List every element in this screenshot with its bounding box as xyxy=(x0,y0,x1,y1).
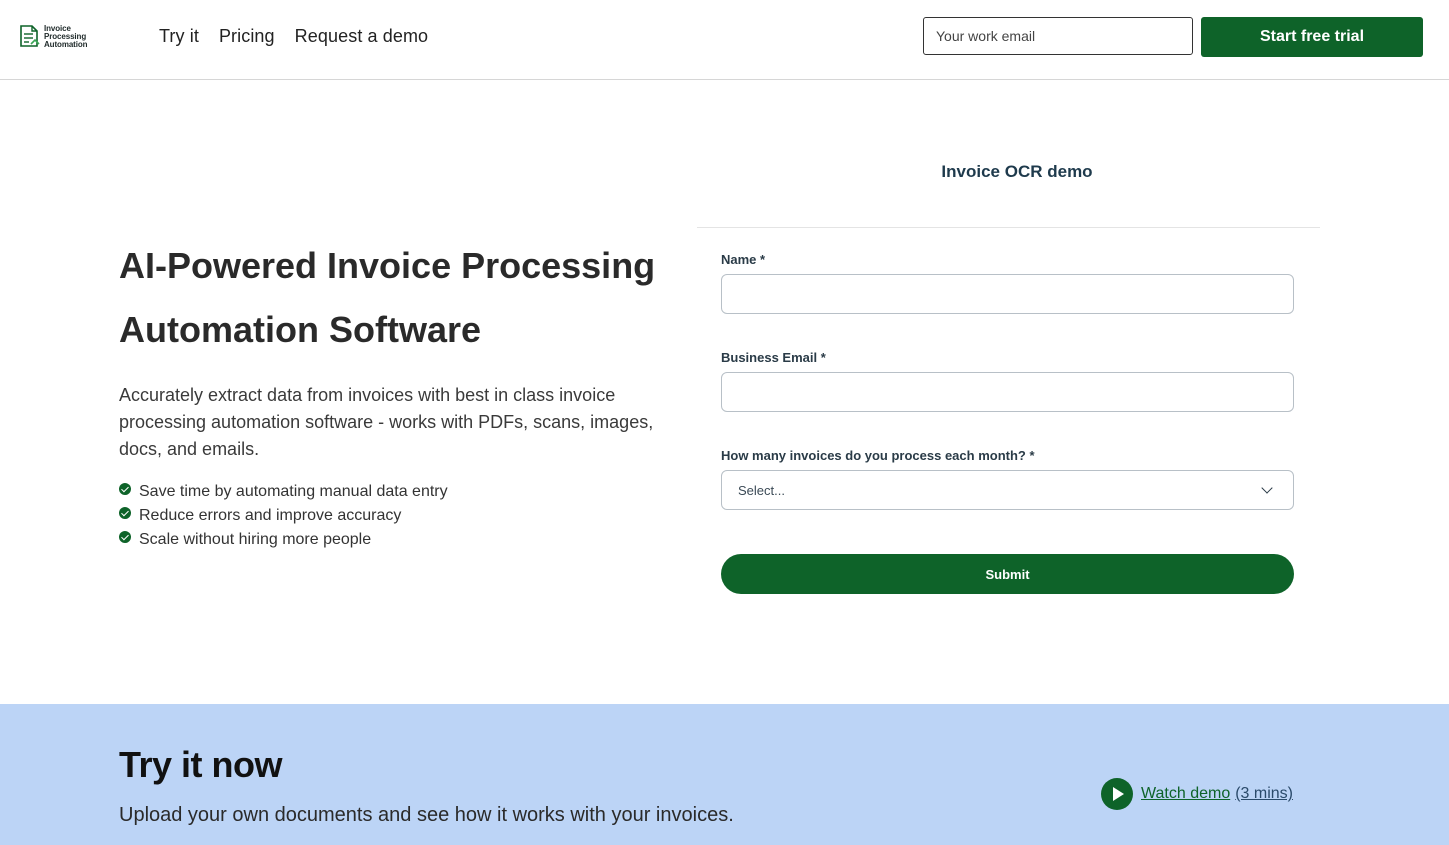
watch-demo-duration: (3 mins) xyxy=(1235,785,1293,802)
invoice-volume-label: How many invoices do you process each mo… xyxy=(721,448,1035,463)
try-subtitle: Upload your own documents and see how it… xyxy=(119,804,734,826)
chevron-down-icon xyxy=(1261,482,1273,494)
benefit-text: Scale without hiring more people xyxy=(139,531,372,548)
benefit-item: Scale without hiring more people xyxy=(119,528,448,552)
logo-text: Invoice Processing Automation xyxy=(44,25,88,49)
main-nav: Try it Pricing Request a demo xyxy=(159,26,428,47)
form-title: Invoice OCR demo xyxy=(941,162,1093,181)
benefits-list: Save time by automating manual data entr… xyxy=(119,480,448,552)
try-it-now-section: Try it now Upload your own documents and… xyxy=(0,704,1449,845)
logo-document-icon xyxy=(19,24,41,50)
nav-request-demo[interactable]: Request a demo xyxy=(295,26,428,47)
check-icon xyxy=(119,531,131,543)
hero-title: AI-Powered Invoice Processing Automation… xyxy=(119,245,656,350)
logo-line: Automation xyxy=(44,40,88,49)
hero-description: Accurately extract data from invoices wi… xyxy=(119,385,654,459)
invoice-volume-select[interactable]: Select... xyxy=(721,470,1294,510)
name-input[interactable] xyxy=(721,274,1294,314)
check-icon xyxy=(119,507,131,519)
select-value: Select... xyxy=(738,482,785,498)
nav-pricing[interactable]: Pricing xyxy=(219,26,275,47)
benefit-item: Save time by automating manual data entr… xyxy=(119,480,448,504)
work-email-input[interactable] xyxy=(923,17,1193,55)
benefit-item: Reduce errors and improve accuracy xyxy=(119,504,448,528)
watch-demo-link[interactable]: Watch demo (3 mins) xyxy=(1101,778,1293,810)
site-header: Invoice Processing Automation Try it Pri… xyxy=(0,0,1449,80)
benefit-text: Reduce errors and improve accuracy xyxy=(139,507,402,524)
submit-button[interactable]: Submit xyxy=(721,554,1294,594)
name-label: Name * xyxy=(721,252,766,267)
watch-demo-text: Watch demo xyxy=(1141,785,1231,802)
start-free-trial-button[interactable]: Start free trial xyxy=(1201,17,1423,57)
nav-try-it[interactable]: Try it xyxy=(159,26,199,47)
business-email-input[interactable] xyxy=(721,372,1294,412)
logo[interactable]: Invoice Processing Automation xyxy=(19,23,109,51)
try-title: Try it now xyxy=(119,744,283,785)
benefit-text: Save time by automating manual data entr… xyxy=(139,483,448,500)
check-icon xyxy=(119,483,131,495)
business-email-label: Business Email * xyxy=(721,350,826,365)
play-icon xyxy=(1101,778,1133,810)
form-divider xyxy=(697,227,1320,228)
